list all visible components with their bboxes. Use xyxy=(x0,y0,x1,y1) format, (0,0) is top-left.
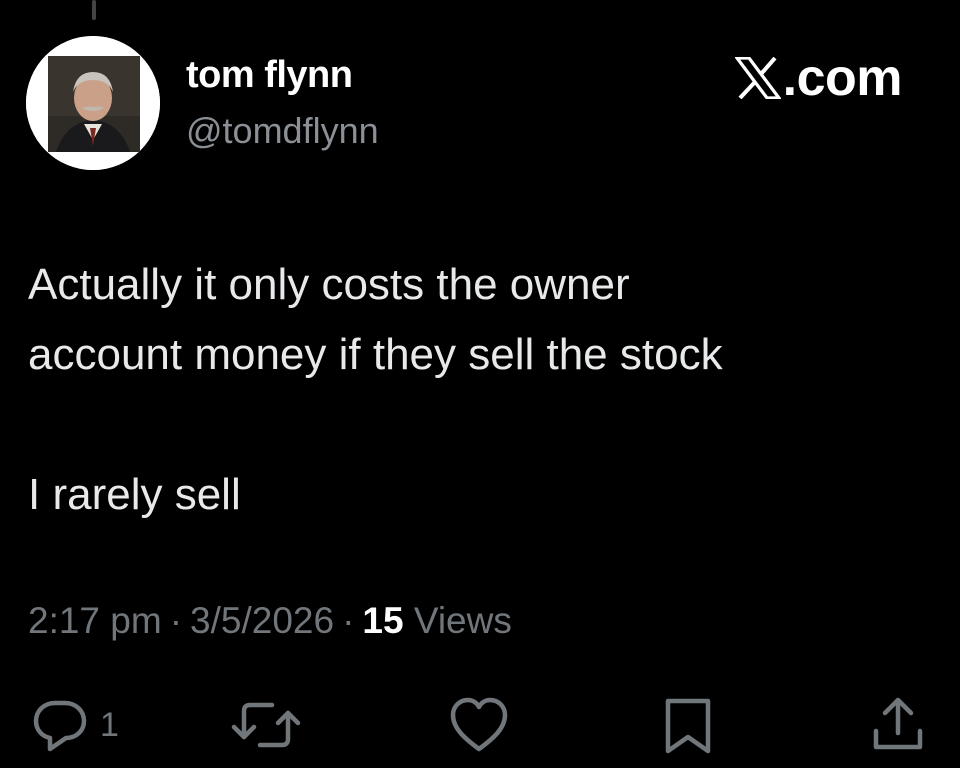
bookmark-icon xyxy=(656,693,720,757)
repost-icon xyxy=(228,693,304,757)
like-button[interactable] xyxy=(446,690,512,760)
reply-button[interactable]: 1 xyxy=(28,690,119,760)
views-label: Views xyxy=(413,600,512,641)
post-time[interactable]: 2:17 pm xyxy=(28,600,162,641)
tweet-text-line: Actually it only costs the owner xyxy=(28,260,630,309)
display-name[interactable]: tom flynn xyxy=(186,54,353,97)
brand-watermark: .com xyxy=(733,48,903,108)
thread-connector-line xyxy=(92,0,96,20)
tweet-text: Actually it only costs the owner account… xyxy=(28,250,928,530)
like-icon xyxy=(446,693,512,757)
post-metadata: 2:17 pm · 3/5/2026 · 15 Views xyxy=(28,600,512,642)
avatar-photo xyxy=(26,36,160,170)
tweet-text-line: I rarely sell xyxy=(28,470,241,519)
action-bar: 1 xyxy=(0,690,960,760)
brand-domain: .com xyxy=(782,49,903,107)
user-handle[interactable]: @tomdflynn xyxy=(186,110,379,152)
views-count: 15 xyxy=(362,600,404,641)
meta-separator: · xyxy=(342,600,355,641)
meta-separator: · xyxy=(169,600,183,641)
tweet-text-line: account money if they sell the stock xyxy=(28,330,723,379)
avatar[interactable] xyxy=(26,36,160,170)
share-icon xyxy=(866,693,930,757)
reply-icon xyxy=(28,693,92,757)
reply-count: 1 xyxy=(100,705,119,744)
x-logo-icon xyxy=(733,52,782,100)
bookmark-button[interactable] xyxy=(656,690,720,760)
repost-button[interactable] xyxy=(228,690,304,760)
post-date[interactable]: 3/5/2026 xyxy=(190,600,334,641)
share-button[interactable] xyxy=(866,690,930,760)
